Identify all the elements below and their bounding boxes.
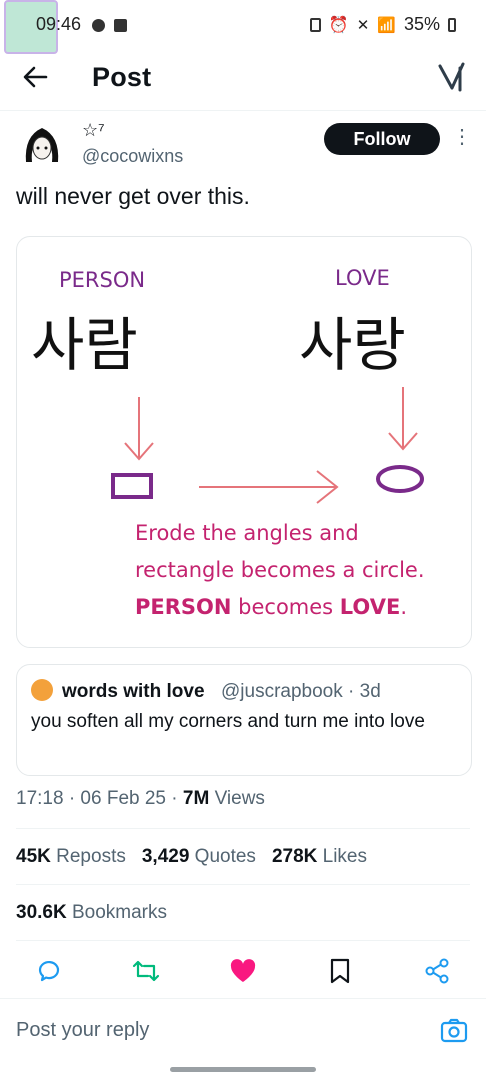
image-label-person: PERSON <box>59 268 145 292</box>
reposts-stat[interactable]: 45K Reposts <box>16 846 126 868</box>
camera-icon[interactable] <box>440 1017 470 1047</box>
image-down-arrow-right <box>388 387 418 451</box>
tweet-timestamp: 17:18 · 06 Feb 25 · <box>16 788 183 809</box>
quote-text: you soften all my corners and turn me in… <box>31 711 425 732</box>
reply-icon[interactable] <box>32 954 66 988</box>
tweet-meta: 17:18 · 06 Feb 25 · 7M Views <box>16 788 265 810</box>
status-bar: 09:46 ⏰ ✕ 📶 35% <box>0 0 486 54</box>
author-name[interactable]: ☆⁷ <box>82 120 105 141</box>
author-handle[interactable]: @cocowixns <box>82 146 183 167</box>
views-count[interactable]: 7M <box>183 788 209 809</box>
status-time: 09:46 <box>36 14 128 35</box>
quote-author-name: words with love <box>62 681 205 702</box>
mute-icon: ✕ <box>356 16 370 34</box>
likes-stat[interactable]: 278K Likes <box>272 846 367 868</box>
divider <box>16 828 470 829</box>
image-caption-line1: Erode the angles and <box>135 521 359 545</box>
image-label-love: LOVE <box>335 266 390 290</box>
bookmark-icon[interactable] <box>323 954 357 988</box>
quote-avatar <box>31 679 53 701</box>
battery-icon <box>448 17 456 32</box>
grok-icon[interactable] <box>436 62 466 100</box>
author-avatar[interactable] <box>16 118 68 170</box>
image-korean-love: 사랑 <box>299 311 406 379</box>
tweet-text: will never get over this. <box>16 183 250 209</box>
image-down-arrow-left <box>124 397 154 461</box>
top-bar: Post <box>0 52 486 111</box>
gallery-icon <box>114 18 128 32</box>
follow-button[interactable]: Follow <box>324 123 440 155</box>
reply-input[interactable]: Post your reply <box>16 1019 149 1042</box>
battery-level: 35% <box>403 14 440 34</box>
quotes-stat[interactable]: 3,429 Quotes <box>142 846 256 868</box>
home-indicator[interactable] <box>170 1067 316 1072</box>
back-arrow-icon[interactable] <box>22 64 48 95</box>
image-right-arrow <box>199 470 339 504</box>
image-circle <box>376 465 424 493</box>
repost-icon[interactable] <box>129 954 163 988</box>
share-icon[interactable] <box>420 954 454 988</box>
image-rectangle <box>111 473 153 499</box>
action-bar <box>0 950 486 992</box>
status-icons: ⏰ ✕ 📶 35% <box>309 14 456 35</box>
engagement-stats: 45K Reposts 3,429 Quotes 278K Likes <box>16 846 367 868</box>
views-label: Views <box>209 788 265 809</box>
bookmarks-stat[interactable]: 30.6K Bookmarks <box>16 902 167 924</box>
reply-bar: Post your reply <box>0 998 486 1063</box>
quoted-tweet[interactable]: words with love @juscrapbook · 3d you so… <box>16 664 472 776</box>
more-options-icon[interactable]: ⋮ <box>452 124 472 149</box>
quote-author-handle: @juscrapbook · 3d <box>221 681 381 702</box>
tweet-image[interactable]: PERSON LOVE 사람 사랑 Erode the angles and r… <box>16 236 472 648</box>
alarm-icon: ⏰ <box>328 16 349 34</box>
image-korean-person: 사람 <box>31 311 138 379</box>
image-caption-line3: PERSON becomes LOVE. <box>135 595 407 619</box>
notification-icon <box>92 18 106 32</box>
divider <box>16 884 470 885</box>
image-caption-line2: rectangle becomes a circle. <box>135 558 425 582</box>
page-title: Post <box>92 62 152 92</box>
wifi-icon: 📶 <box>377 16 396 34</box>
like-icon[interactable] <box>226 954 260 988</box>
lock-icon <box>309 17 321 32</box>
divider <box>16 940 470 941</box>
image-illustration: PERSON LOVE 사람 사랑 Erode the angles and r… <box>31 266 425 619</box>
